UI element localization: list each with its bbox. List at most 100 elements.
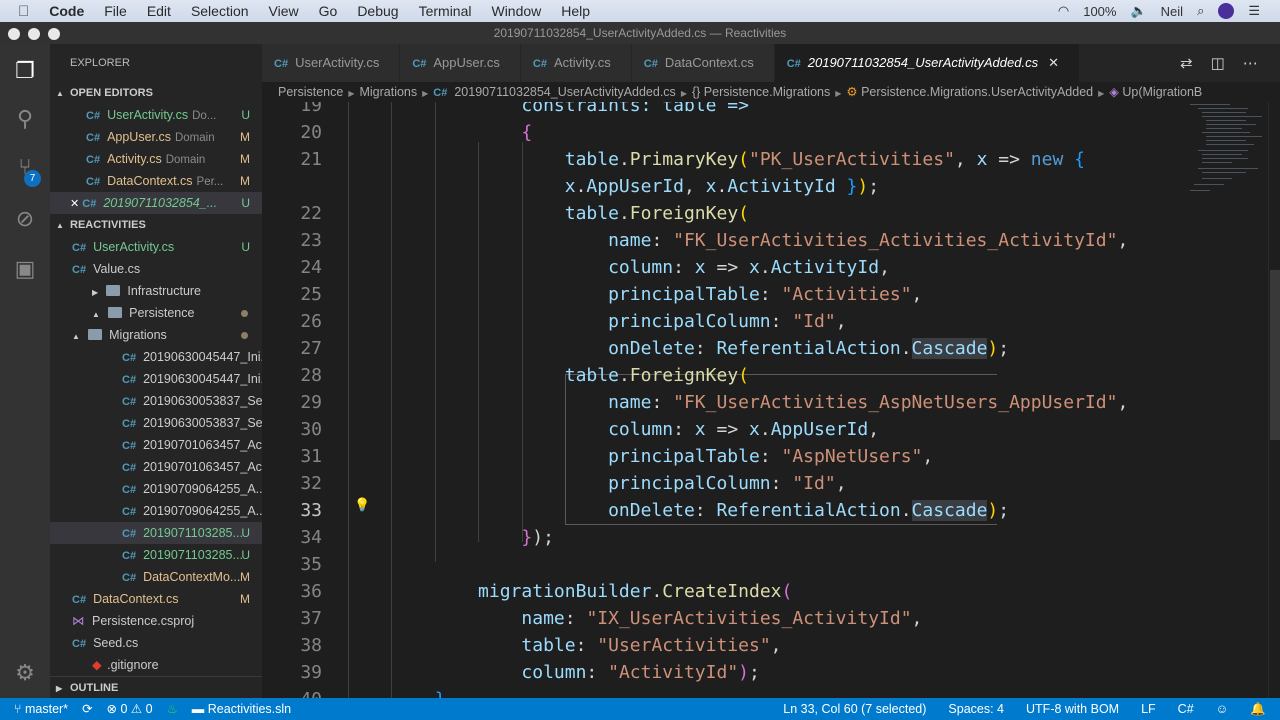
spotlight-icon[interactable]: ⌕ bbox=[1197, 3, 1204, 19]
code-line[interactable]: { bbox=[348, 119, 532, 146]
file-item[interactable]: C# DataContextMo... M bbox=[50, 566, 262, 588]
search-icon[interactable]: ⚲ bbox=[12, 106, 38, 132]
breadcrumb-item[interactable]: Up(MigrationB bbox=[1122, 85, 1202, 99]
open-editor-item[interactable]: ✕ C# 20190711032854_... U bbox=[50, 192, 262, 214]
open-editor-item[interactable]: C# AppUser.cs Domain M bbox=[50, 126, 262, 148]
open-changes-icon[interactable]: ⇄ bbox=[1180, 54, 1193, 72]
open-editors-header[interactable]: ▲ OPEN EDITORS bbox=[50, 82, 262, 104]
menu-debug[interactable]: Debug bbox=[357, 3, 398, 19]
sync-icon[interactable]: ⟳ bbox=[82, 698, 92, 720]
editor-scrollbar[interactable] bbox=[1268, 102, 1280, 698]
code-line[interactable]: name: "IX_UserActivities_ActivityId", bbox=[348, 605, 922, 632]
menu-edit[interactable]: Edit bbox=[147, 3, 171, 19]
outline-header[interactable]: ▶ OUTLINE bbox=[50, 676, 262, 698]
breadcrumb-item[interactable]: {} Persistence.Migrations bbox=[692, 85, 830, 99]
minimize-window-button[interactable] bbox=[28, 28, 40, 40]
volume-icon[interactable]: 🔈 bbox=[1130, 3, 1146, 19]
chevron-down-icon[interactable]: ▲ bbox=[92, 310, 102, 319]
code-line[interactable]: x.AppUserId, x.ActivityId }); bbox=[348, 173, 879, 200]
file-item[interactable]: C# 20190709064255_A... bbox=[50, 478, 262, 500]
code-line[interactable]: principalColumn: "Id", bbox=[348, 470, 846, 497]
file-item[interactable]: ◆ .gitignore bbox=[50, 654, 262, 676]
file-item[interactable]: C# UserActivity.cs U bbox=[50, 236, 262, 258]
breadcrumb-item[interactable]: Persistence bbox=[278, 85, 343, 99]
split-editor-icon[interactable]: ◫ bbox=[1211, 54, 1225, 72]
file-item[interactable]: C# Value.cs bbox=[50, 258, 262, 280]
open-editor-item[interactable]: C# Activity.cs Domain M bbox=[50, 148, 262, 170]
code-line[interactable]: principalTable: "Activities", bbox=[348, 281, 922, 308]
code-line[interactable]: principalColumn: "Id", bbox=[348, 308, 846, 335]
folder-item[interactable]: ▲ Migrations bbox=[50, 324, 262, 346]
code-line[interactable]: } bbox=[348, 686, 446, 698]
maximize-window-button[interactable] bbox=[48, 28, 60, 40]
menu-help[interactable]: Help bbox=[561, 3, 590, 19]
cursor-position[interactable]: Ln 33, Col 60 (7 selected) bbox=[783, 698, 926, 720]
line-ending[interactable]: LF bbox=[1141, 698, 1156, 720]
file-item[interactable]: C# 20190701063457_Ac... bbox=[50, 456, 262, 478]
chevron-right-icon[interactable]: ▶ bbox=[92, 288, 100, 297]
file-item[interactable]: C# 20190701063457_Ac... bbox=[50, 434, 262, 456]
close-tab-icon[interactable]: ✕ bbox=[1048, 55, 1059, 70]
file-item[interactable]: C# 20190630053837_Se... bbox=[50, 412, 262, 434]
code-line[interactable]: name: "FK_UserActivities_Activities_Acti… bbox=[348, 227, 1128, 254]
code-line[interactable]: table: "UserActivities", bbox=[348, 632, 781, 659]
user-name[interactable]: Neil bbox=[1161, 4, 1183, 19]
file-item[interactable]: C# Seed.cs bbox=[50, 632, 262, 654]
code-line[interactable]: onDelete: ReferentialAction.Cascade); bbox=[348, 497, 1009, 524]
code-editor[interactable]: 💡 19 constraints: table => 20 {21 table.P… bbox=[262, 102, 1268, 698]
wifi-icon[interactable]: ◠ bbox=[1058, 3, 1069, 19]
folder-item[interactable]: ▶ Infrastructure bbox=[50, 280, 262, 302]
project-header[interactable]: ▲ REACTIVITIES bbox=[50, 214, 262, 236]
file-item[interactable]: C# 20190709064255_A... bbox=[50, 500, 262, 522]
flame-icon[interactable]: ♨ bbox=[167, 698, 178, 720]
menu-terminal[interactable]: Terminal bbox=[419, 3, 472, 19]
breadcrumb-item[interactable]: 20190711032854_UserActivityAdded.cs bbox=[454, 85, 675, 99]
file-item[interactable]: C# DataContext.cs M bbox=[50, 588, 262, 610]
extensions-icon[interactable]: ▣ bbox=[12, 256, 38, 282]
apple-icon[interactable]:  bbox=[18, 3, 29, 20]
code-line[interactable]: constraints: table => bbox=[348, 102, 749, 119]
problems-indicator[interactable]: ⊗ 0 ⚠ 0 bbox=[107, 698, 153, 720]
file-item[interactable]: ⋈ Persistence.csproj bbox=[50, 610, 262, 632]
language-mode[interactable]: C# bbox=[1178, 698, 1194, 720]
code-line[interactable]: table.ForeignKey( bbox=[348, 200, 749, 227]
explorer-icon[interactable]: ❐ bbox=[12, 58, 38, 84]
code-line[interactable]: onDelete: ReferentialAction.Cascade); bbox=[348, 335, 1009, 362]
menu-go[interactable]: Go bbox=[319, 3, 338, 19]
siri-icon[interactable] bbox=[1218, 3, 1235, 19]
breadcrumb-item[interactable]: Persistence.Migrations.UserActivityAdded bbox=[861, 85, 1093, 99]
close-window-button[interactable] bbox=[8, 28, 20, 40]
notification-center-icon[interactable]: ☰ bbox=[1248, 3, 1260, 19]
solution-indicator[interactable]: ▬ Reactivities.sln bbox=[192, 698, 291, 720]
menu-window[interactable]: Window bbox=[491, 3, 541, 19]
file-item[interactable]: C# 20190630045447_Ini... bbox=[50, 368, 262, 390]
tab-datacontext-cs[interactable]: C# DataContext.cs bbox=[631, 44, 775, 82]
menu-view[interactable]: View bbox=[269, 3, 299, 19]
scrollbar-thumb[interactable] bbox=[1270, 270, 1280, 440]
file-item[interactable]: C# 20190630053837_Se... bbox=[50, 390, 262, 412]
breadcrumb-item[interactable]: Migrations bbox=[359, 85, 417, 99]
battery-label[interactable]: 100% bbox=[1083, 4, 1116, 19]
chevron-down-icon[interactable]: ▲ bbox=[72, 332, 82, 341]
code-line[interactable]: column: "ActivityId"); bbox=[348, 659, 759, 686]
open-editor-item[interactable]: C# DataContext.cs Per... M bbox=[50, 170, 262, 192]
code-line[interactable]: table.ForeignKey( bbox=[348, 362, 749, 389]
menu-selection[interactable]: Selection bbox=[191, 3, 249, 19]
gear-icon[interactable]: ⚙ bbox=[12, 660, 38, 686]
file-item[interactable]: C# 2019071103285... U bbox=[50, 522, 262, 544]
open-editor-item[interactable]: C# UserActivity.cs Do... U bbox=[50, 104, 262, 126]
code-line[interactable]: }); bbox=[348, 524, 554, 551]
tab-appuser-cs[interactable]: C# AppUser.cs bbox=[400, 44, 521, 82]
tab-useractivity-cs[interactable]: C# UserActivity.cs bbox=[262, 44, 401, 82]
menu-app[interactable]: Code bbox=[49, 3, 84, 19]
file-item[interactable]: C# 20190630045447_Ini... bbox=[50, 346, 262, 368]
folder-item[interactable]: ▲ Persistence bbox=[50, 302, 262, 324]
branch-indicator[interactable]: ⑂ master* bbox=[14, 698, 68, 720]
debug-icon[interactable]: ⊘ bbox=[12, 206, 38, 232]
feedback-icon[interactable]: ☺ bbox=[1216, 698, 1229, 720]
tab-20190711032854-useractivityadded-cs[interactable]: C# 20190711032854_UserActivityAdded.cs ✕ bbox=[774, 44, 1080, 82]
minimap[interactable] bbox=[1188, 102, 1268, 202]
tab-activity-cs[interactable]: C# Activity.cs bbox=[520, 44, 632, 82]
code-line[interactable]: column: x => x.AppUserId, bbox=[348, 416, 879, 443]
code-line[interactable]: principalTable: "AspNetUsers", bbox=[348, 443, 933, 470]
